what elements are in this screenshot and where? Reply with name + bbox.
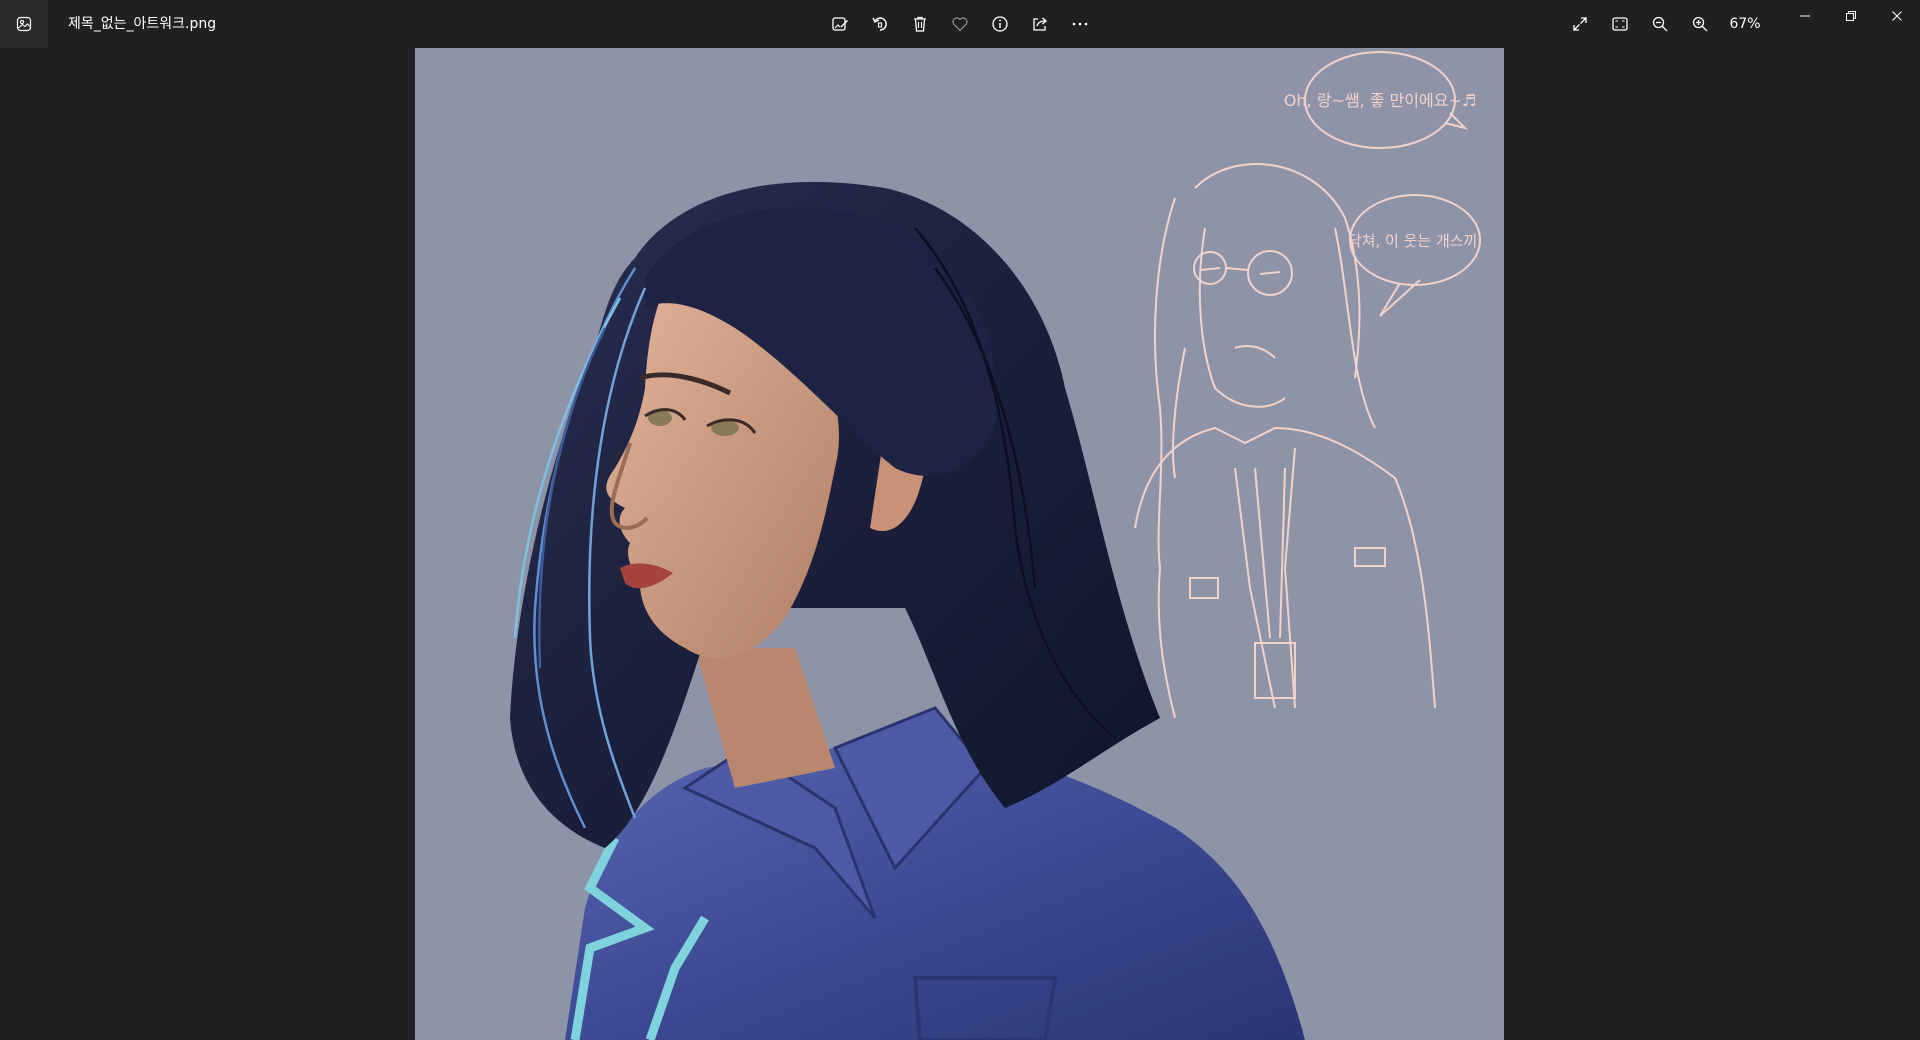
heart-icon [952, 17, 968, 32]
close-button[interactable] [1874, 0, 1920, 32]
zoom-in-icon [1692, 16, 1708, 32]
rotate-button[interactable] [860, 4, 900, 44]
speech-bubble-2-text: 닥쳐, 이 웃는 개스끼. [1348, 232, 1482, 250]
more-options-button[interactable] [1060, 4, 1100, 44]
info-icon [992, 16, 1008, 32]
restore-icon [1846, 11, 1856, 21]
ellipsis-icon [1072, 22, 1088, 26]
close-icon [1892, 11, 1902, 21]
fit-to-window-icon [1612, 17, 1628, 31]
share-icon [1033, 17, 1047, 31]
photos-app-icon [16, 16, 32, 32]
artwork-painting: Oh, 랑~쌤, 좋 만이에요~♬ 닥쳐, 이 웃는 개스끼. [415, 48, 1504, 1040]
speech-bubble-1-text: Oh, 랑~쌤, 좋 만이에요~♬ [1284, 91, 1476, 110]
file-info-button[interactable] [980, 4, 1020, 44]
fit-to-window-button[interactable] [1600, 4, 1640, 44]
zoom-out-icon [1652, 16, 1668, 32]
image-toolbar [820, 4, 1100, 44]
minimize-icon [1800, 15, 1810, 17]
title-bar: 제목_없는_아트워크.png 67% [0, 0, 1920, 48]
share-button[interactable] [1020, 4, 1060, 44]
file-name-title: 제목_없는_아트워크.png [68, 16, 217, 32]
fullscreen-button[interactable] [1560, 4, 1600, 44]
minimize-button[interactable] [1782, 0, 1828, 32]
view-tools: 67% [1560, 4, 1770, 44]
rotate-icon [872, 17, 887, 31]
delete-button[interactable] [900, 4, 940, 44]
trash-icon [914, 16, 926, 32]
zoom-out-button[interactable] [1640, 4, 1680, 44]
expand-icon [1573, 17, 1587, 31]
restore-button[interactable] [1828, 0, 1874, 32]
window-controls [1782, 0, 1920, 32]
zoom-level-button[interactable]: 67% [1720, 16, 1770, 32]
artwork-image: Oh, 랑~쌤, 좋 만이에요~♬ 닥쳐, 이 웃는 개스끼. [415, 48, 1504, 1040]
favorite-button[interactable] [940, 4, 980, 44]
edit-image-icon [832, 17, 848, 31]
zoom-in-button[interactable] [1680, 4, 1720, 44]
app-icon-button[interactable] [0, 0, 48, 48]
edit-image-button[interactable] [820, 4, 860, 44]
image-viewport[interactable]: Oh, 랑~쌤, 좋 만이에요~♬ 닥쳐, 이 웃는 개스끼. [0, 48, 1920, 1040]
